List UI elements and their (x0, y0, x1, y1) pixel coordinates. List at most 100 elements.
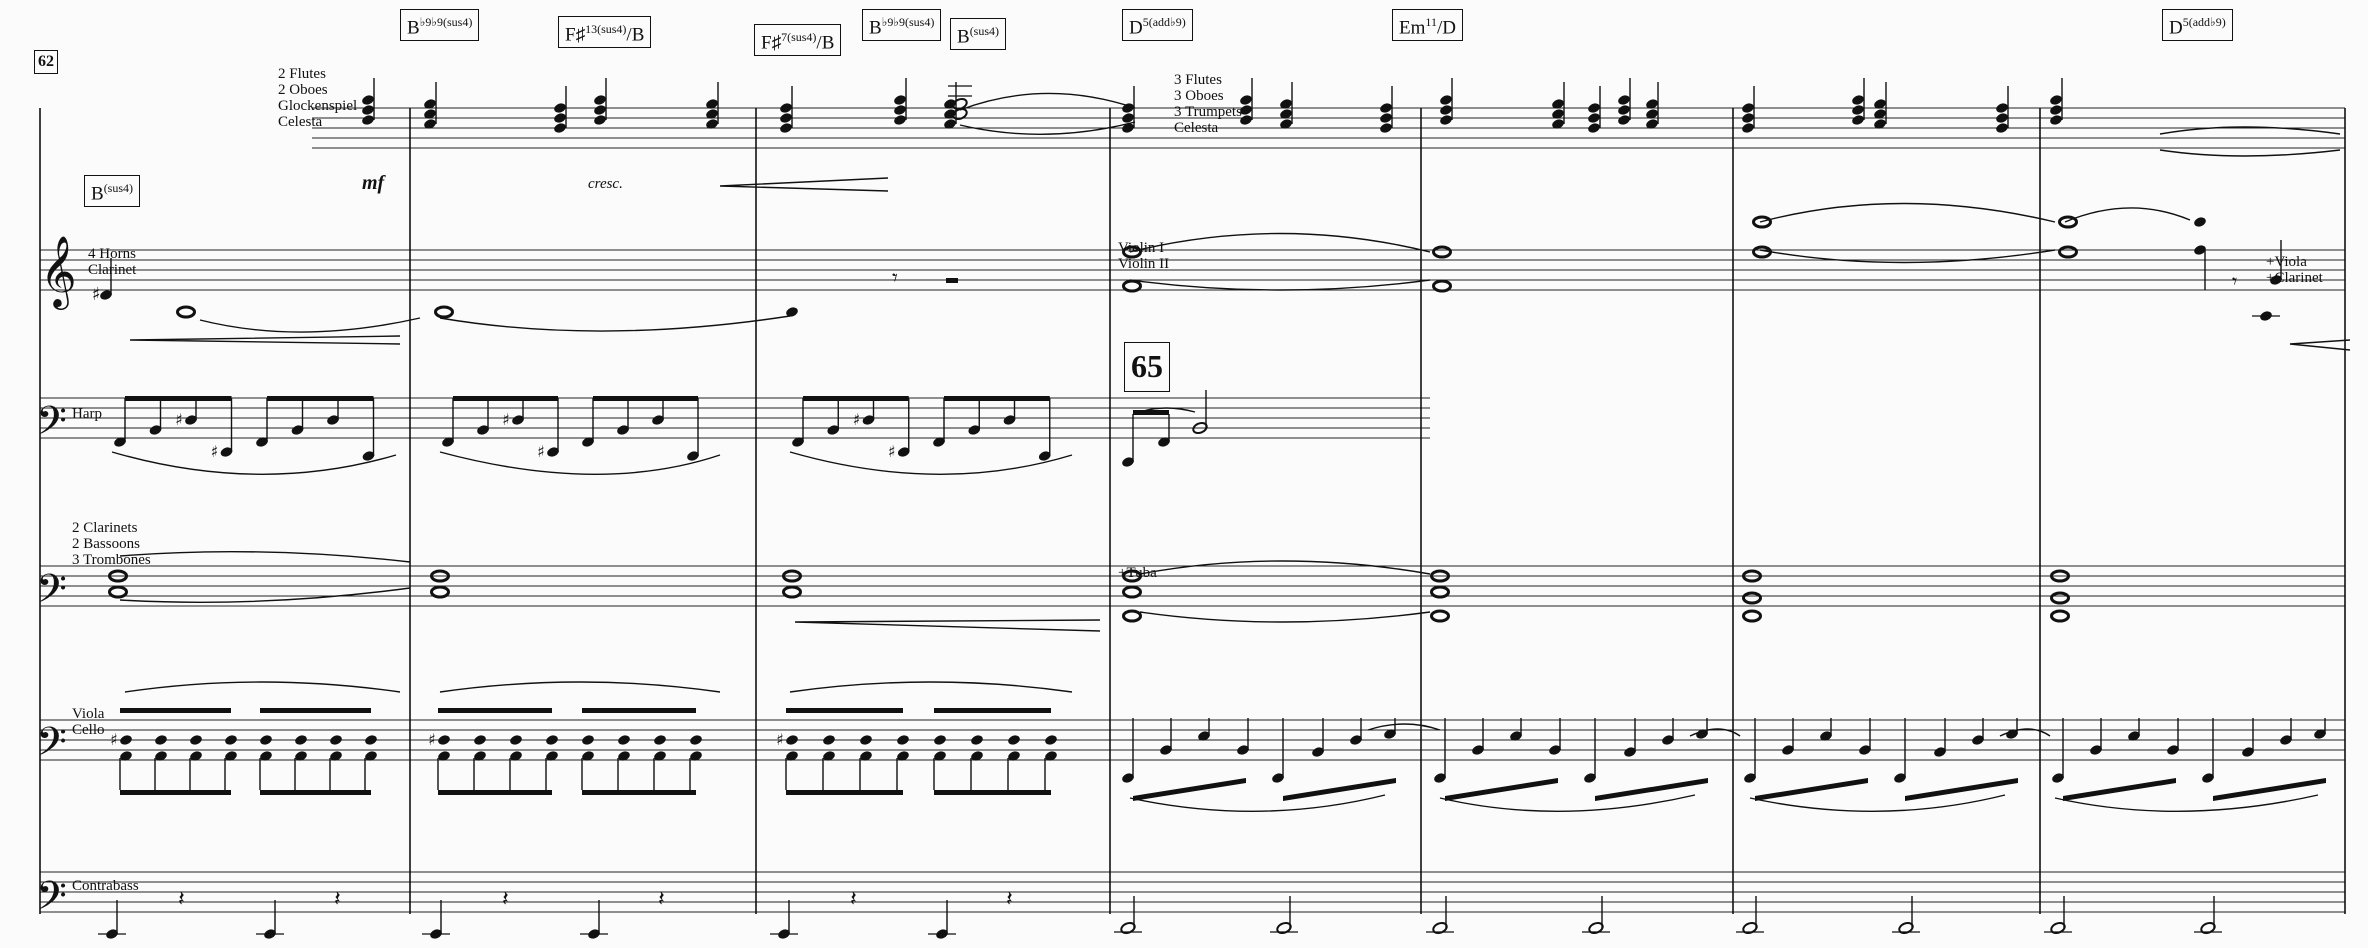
wind-note (1378, 111, 1394, 125)
whole-note (2050, 609, 2070, 623)
wind-note (1586, 111, 1602, 125)
whole-note (782, 585, 802, 599)
wind-note (1378, 121, 1394, 135)
quarter-rest: 𝄽 (658, 887, 665, 912)
wind-note (1740, 111, 1756, 125)
beam (803, 396, 909, 401)
beam (1595, 778, 1708, 801)
whole-note (1432, 279, 1452, 293)
whole-note (2058, 245, 2078, 259)
wind-note (1616, 113, 1632, 127)
violin-note (2192, 215, 2208, 229)
beam (944, 396, 1050, 401)
wind-note (778, 111, 794, 125)
chord-symbol-8: D5(add♭9) (2162, 9, 2233, 42)
cello-note (223, 733, 239, 747)
sharp-icon: ♯ (175, 410, 183, 429)
bass-clef-harp: 𝄢 (36, 398, 67, 454)
staff-horns-violins (40, 249, 2345, 291)
wind-note (1850, 93, 1866, 107)
bass-clef-contrabass: 𝄢 (36, 873, 67, 929)
wind-note (552, 111, 568, 125)
staff-contrabass (40, 871, 2345, 913)
wind-note (1586, 101, 1602, 115)
cello-note (580, 733, 596, 747)
wind-note (1994, 121, 2010, 135)
wind-note (1586, 121, 1602, 135)
dynamic-mf: mf (362, 172, 385, 194)
cello-note (258, 733, 274, 747)
cello-note (508, 733, 524, 747)
wind-note (2048, 103, 2064, 117)
wind-note (1994, 101, 2010, 115)
cello-note (616, 733, 632, 747)
wind-note (360, 103, 376, 117)
wind-note (1378, 101, 1394, 115)
sharp-icon: ♯ (502, 410, 510, 429)
sharp-icon: ♯ (537, 442, 545, 461)
wind-note (592, 113, 608, 127)
wind-note (1438, 103, 1454, 117)
chord-symbol-7: Em11/D (1392, 9, 1463, 42)
label-winds-top: 2 Flutes 2 Oboes Glockenspiel Celesta (278, 66, 358, 130)
chord-symbol-5: B(sus4) (950, 18, 1007, 51)
whole-note (176, 305, 196, 319)
wind-note (1850, 103, 1866, 117)
cello-note (436, 733, 452, 747)
chord-symbol-2: F♯13(sus4)/B (558, 16, 652, 49)
cello-note (688, 733, 704, 747)
cello-note (118, 733, 134, 747)
cello-note (363, 733, 379, 747)
cello-note (895, 733, 911, 747)
wind-note (1740, 121, 1756, 135)
quarter-rest: 𝄽 (334, 887, 341, 912)
chord-symbol-3: F♯7(sus4)/B (754, 24, 842, 57)
beam (786, 790, 903, 795)
beam (260, 790, 371, 795)
wind-note (2048, 93, 2064, 107)
sharp-icon: ♯ (853, 410, 861, 429)
label-viola-cello: Viola Cello (72, 706, 105, 738)
label-contrabass: Contrabass (72, 878, 139, 894)
quarter-rest: 𝄽 (178, 887, 185, 912)
cello-note (784, 733, 800, 747)
beam (582, 790, 696, 795)
beam (786, 708, 903, 713)
measure-number: 62 (34, 50, 58, 74)
eighth-rest: 𝄾 (892, 266, 898, 291)
cello-note (932, 733, 948, 747)
wind-note (1616, 93, 1632, 107)
sharp-icon: ♯ (110, 730, 118, 749)
chord-symbol-9: B(sus4) (84, 175, 141, 208)
label-violins: Violin I Violin II (1118, 240, 1170, 272)
wind-note (778, 121, 794, 135)
beam (120, 790, 231, 795)
beam (1283, 778, 1396, 801)
dynamic-cresc: cresc. (588, 176, 623, 192)
beam (438, 708, 552, 713)
wind-note (778, 101, 794, 115)
label-viola-add: +Viola +Clarinet (2266, 254, 2323, 286)
label-harp: Harp (72, 406, 102, 422)
bass-clef-low-winds: 𝄢 (36, 566, 67, 622)
beam (1133, 778, 1246, 801)
wind-note (2048, 113, 2064, 127)
sharp-icon: ♯ (211, 442, 219, 461)
sharp-icon: ♯ (428, 730, 436, 749)
wind-note (892, 113, 908, 127)
cello-note (821, 733, 837, 747)
wind-note (892, 93, 908, 107)
whole-note (1432, 245, 1452, 259)
half-rest (946, 278, 958, 283)
wind-note (1740, 101, 1756, 115)
whole-note (434, 305, 454, 319)
wind-note (1438, 113, 1454, 127)
treble-clef: 𝄞 (40, 234, 77, 310)
beam (125, 396, 232, 401)
beam (453, 396, 558, 401)
wind-note (1616, 103, 1632, 117)
beam (934, 708, 1051, 713)
cello-note (328, 733, 344, 747)
wind-note (360, 113, 376, 127)
beam (260, 708, 371, 713)
